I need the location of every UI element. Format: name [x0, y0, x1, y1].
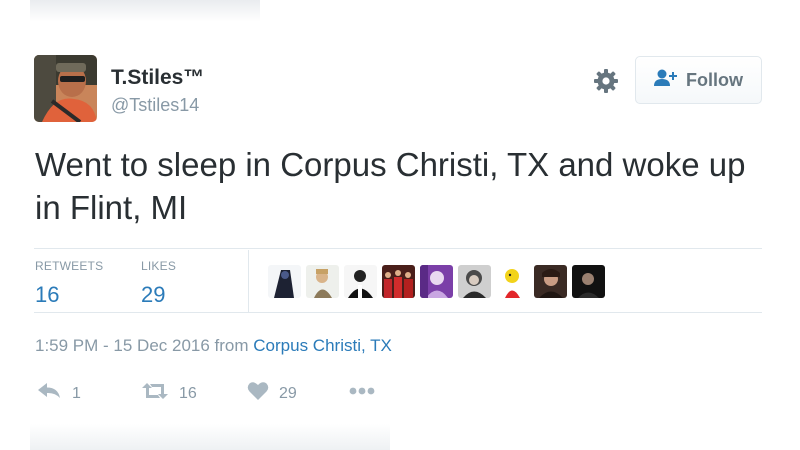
likes-count: 29: [141, 282, 166, 307]
retweets-label: RETWEETS: [35, 259, 104, 273]
reply-count: 1: [72, 384, 81, 402]
retweets-count: 16: [35, 282, 60, 307]
top-fade: [30, 0, 260, 22]
liker-avatar[interactable]: [268, 265, 301, 298]
liker-avatar[interactable]: [420, 265, 453, 298]
stats-separator: [248, 250, 249, 312]
follow-button[interactable]: Follow: [635, 56, 762, 104]
retweets-stat[interactable]: RETWEETS 16: [35, 259, 103, 308]
liker-avatar[interactable]: [496, 265, 529, 298]
retweet-action[interactable]: 16: [141, 381, 197, 406]
liker-avatars: [268, 265, 605, 298]
retweet-count: 16: [179, 384, 197, 402]
divider-top: [34, 248, 762, 249]
divider-bottom: [34, 312, 762, 313]
tweet-text: Went to sleep in Corpus Christi, TX and …: [35, 146, 746, 226]
author-avatar[interactable]: [34, 55, 97, 122]
tweet-meta: 1:59 PM - 15 Dec 2016 from Corpus Christ…: [35, 336, 392, 356]
tweet-location-link[interactable]: Corpus Christi, TX: [253, 336, 392, 355]
reply-action[interactable]: 1: [36, 381, 81, 406]
gear-icon[interactable]: [592, 67, 620, 95]
liker-avatar[interactable]: [382, 265, 415, 298]
author-handle[interactable]: @Tstiles14: [111, 95, 199, 116]
more-icon: [348, 381, 376, 406]
like-count: 29: [279, 384, 297, 402]
liker-avatar[interactable]: [306, 265, 339, 298]
retweet-icon: [141, 381, 169, 406]
follow-user-icon: [654, 68, 678, 93]
liker-avatar[interactable]: [344, 265, 377, 298]
likes-label: LIKES: [141, 259, 177, 273]
reply-icon: [36, 381, 62, 406]
liker-avatar[interactable]: [534, 265, 567, 298]
tweet-timestamp[interactable]: 1:59 PM - 15 Dec 2016 from: [35, 336, 249, 355]
likes-stat[interactable]: LIKES 29: [141, 259, 176, 308]
more-action[interactable]: [348, 381, 376, 406]
like-action[interactable]: 29: [247, 381, 297, 406]
bottom-fade: [30, 424, 390, 450]
author-display-name[interactable]: T.Stiles™: [111, 66, 204, 90]
follow-label: Follow: [686, 69, 743, 90]
liker-avatar[interactable]: [572, 265, 605, 298]
liker-avatar[interactable]: [458, 265, 491, 298]
heart-icon: [247, 381, 269, 406]
